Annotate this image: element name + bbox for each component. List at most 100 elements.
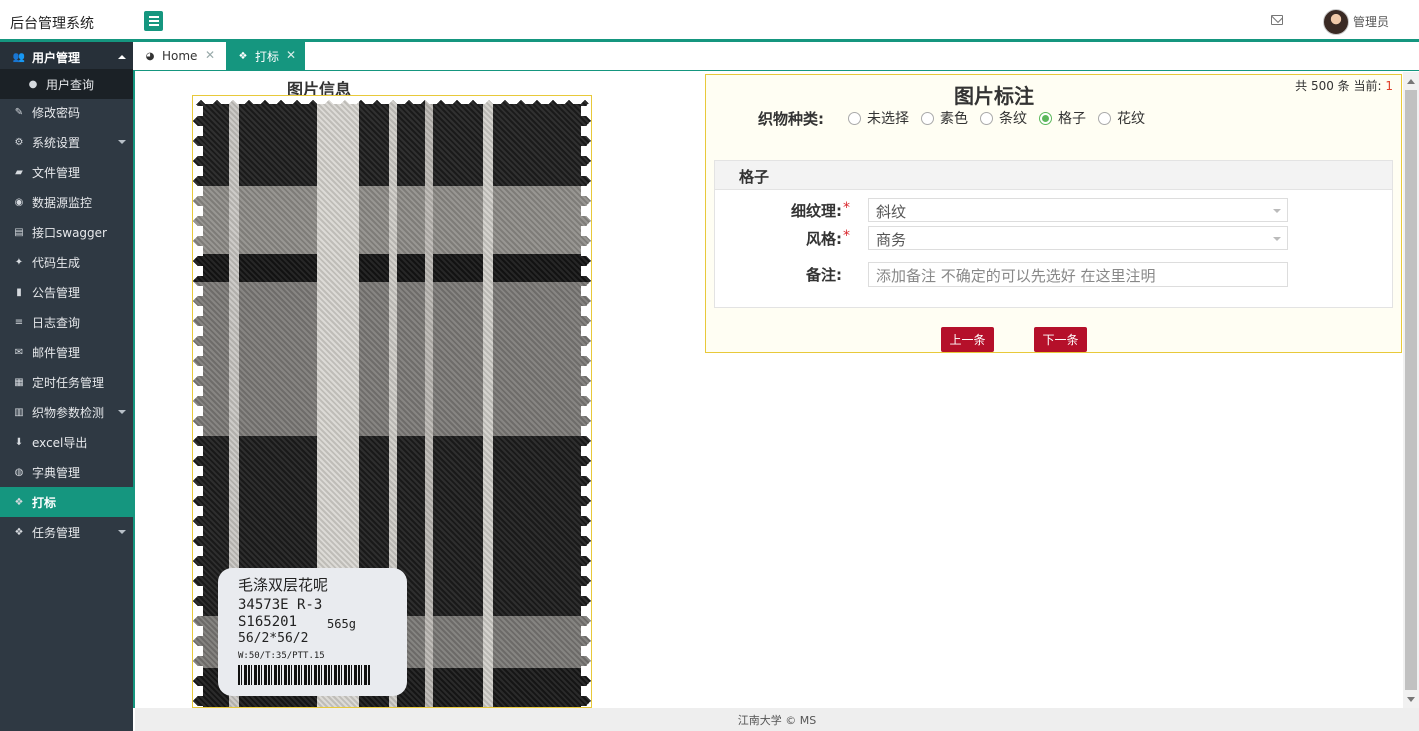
scroll-thumb[interactable] bbox=[1405, 90, 1417, 690]
radio-label: 素色 bbox=[940, 111, 968, 127]
sidebar-item-change-password[interactable]: ✎ 修改密码 bbox=[0, 97, 133, 127]
page-scrollbar[interactable] bbox=[1403, 72, 1419, 708]
sidebar-item-label: 邮件管理 bbox=[32, 345, 81, 360]
sidebar-item-file-management[interactable]: ▰ 文件管理 bbox=[0, 157, 133, 187]
radio-label: 格子 bbox=[1058, 111, 1086, 127]
sidebar-item-label: 用户查询 bbox=[46, 77, 95, 92]
fabric-sku: S165201 bbox=[238, 614, 298, 630]
radio-unselected[interactable]: 未选择 bbox=[848, 108, 909, 128]
select-value: 商务 bbox=[876, 231, 907, 249]
cubes-icon: ❖ bbox=[14, 526, 24, 538]
users-icon: 👥 bbox=[12, 51, 26, 63]
folder-icon: ▰ bbox=[15, 166, 23, 178]
fabric-weight: 565g bbox=[327, 617, 356, 631]
book-icon: ▮ bbox=[16, 286, 22, 298]
user-icon: ● bbox=[28, 78, 38, 90]
fabric-code: 34573E R-3 bbox=[238, 597, 323, 613]
radio-checked-icon bbox=[1039, 111, 1052, 125]
style-label: 风格: bbox=[806, 230, 842, 248]
sidebar-item-label: 日志查询 bbox=[32, 315, 81, 330]
close-icon[interactable]: ✕ bbox=[286, 48, 296, 62]
next-button[interactable]: 下一条 bbox=[1034, 327, 1087, 352]
fabric-image: 毛涤双层花呢 34573E R-3 S165201 565g 56/2*56/2… bbox=[192, 95, 592, 708]
texture-row: 细纹理: * 斜纹 bbox=[715, 198, 1394, 222]
tasks-icon: ▦ bbox=[14, 376, 24, 388]
style-row: 风格: * 商务 bbox=[715, 226, 1394, 250]
cubes-icon: ❖ bbox=[238, 50, 248, 62]
sidebar-item-dictionary[interactable]: ◍ 字典管理 bbox=[0, 457, 133, 487]
mail-icon[interactable] bbox=[1271, 15, 1283, 25]
sidebar-item-code-generation[interactable]: ✦ 代码生成 bbox=[0, 247, 133, 277]
sidebar-item-notice-management[interactable]: ▮ 公告管理 bbox=[0, 277, 133, 307]
dictionary-icon: ◍ bbox=[14, 466, 24, 478]
radio-check[interactable]: 格子 bbox=[1039, 108, 1086, 128]
close-icon[interactable]: ✕ bbox=[205, 48, 215, 62]
radio-plain[interactable]: 素色 bbox=[921, 108, 968, 128]
footer: 江南大学 © MS bbox=[135, 708, 1419, 731]
sidebar-item-user-query[interactable]: ● 用户查询 bbox=[0, 69, 133, 99]
list-icon: ≡ bbox=[14, 316, 24, 328]
radio-circle-icon bbox=[1098, 111, 1111, 125]
sidebar-item-labeling[interactable]: ❖ 打标 bbox=[0, 487, 133, 517]
fabric-spec-row: S165201 565g bbox=[238, 614, 407, 631]
record-counter: 共 500 条 当前: 1 bbox=[1295, 77, 1393, 94]
style-select[interactable]: 商务 bbox=[868, 226, 1288, 250]
sidebar-item-task-management[interactable]: ❖ 任务管理 bbox=[0, 517, 133, 547]
tab-label: Home bbox=[162, 49, 198, 63]
sidebar-item-label: 修改密码 bbox=[32, 105, 81, 120]
fabric-composition: W:50/T:35/PTT.15 bbox=[238, 651, 325, 661]
tab-home[interactable]: ◕ Home ✕ bbox=[133, 42, 225, 70]
annotation-panel: 图片标注 共 500 条 当前: 1 织物种类: 未选择 素色 条纹 格子 花纹… bbox=[705, 74, 1402, 353]
sidebar-item-log-query[interactable]: ≡ 日志查询 bbox=[0, 307, 133, 337]
tab-labeling[interactable]: ❖ 打标 ✕ bbox=[226, 42, 305, 70]
sidebar-item-label: 用户管理 bbox=[32, 50, 81, 65]
chevron-down-icon bbox=[1273, 209, 1281, 213]
check-detail-panel: 格子 细纹理: * 斜纹 风格: * 商务 备注: 添加备注 不确定的可以先选好… bbox=[714, 160, 1393, 308]
file-icon: ▤ bbox=[14, 226, 24, 238]
sidebar-item-user-management[interactable]: 👥 用户管理 bbox=[0, 42, 133, 72]
required-mark: * bbox=[843, 200, 850, 216]
counter-current: 1 bbox=[1385, 79, 1393, 93]
edit-icon: ✎ bbox=[14, 106, 24, 118]
sidebar-item-swagger[interactable]: ▤ 接口swagger bbox=[0, 217, 133, 247]
texture-select[interactable]: 斜纹 bbox=[868, 198, 1288, 222]
menu-toggle-button[interactable] bbox=[144, 11, 163, 31]
scroll-down-icon[interactable] bbox=[1407, 697, 1415, 702]
sidebar-item-label: excel导出 bbox=[32, 435, 88, 450]
sidebar-item-label: 代码生成 bbox=[32, 255, 81, 270]
pinked-edge-top bbox=[193, 96, 591, 104]
pinked-edge-right bbox=[581, 96, 591, 707]
sidebar-item-mail-management[interactable]: ✉ 邮件管理 bbox=[0, 337, 133, 367]
note-row: 备注: 添加备注 不确定的可以先选好 在这里注明 bbox=[715, 262, 1394, 287]
radio-stripe[interactable]: 条纹 bbox=[980, 108, 1027, 128]
counter-prefix: 共 500 条 当前: bbox=[1295, 79, 1382, 93]
envelope-icon: ✉ bbox=[14, 346, 24, 358]
radio-circle-icon bbox=[848, 111, 861, 125]
radio-label: 花纹 bbox=[1117, 111, 1145, 127]
sidebar-item-label: 织物参数检测 bbox=[32, 405, 105, 420]
avatar[interactable] bbox=[1323, 9, 1349, 35]
sidebar-item-excel-export[interactable]: ⬇ excel导出 bbox=[0, 427, 133, 457]
radio-pattern[interactable]: 花纹 bbox=[1098, 108, 1145, 128]
prev-button[interactable]: 上一条 bbox=[941, 327, 994, 352]
radio-circle-icon bbox=[980, 111, 993, 125]
annotation-title: 图片标注 bbox=[954, 84, 1034, 108]
sidebar-item-fabric-detection[interactable]: ▥ 织物参数检测 bbox=[0, 397, 133, 427]
sidebar-item-label: 接口swagger bbox=[32, 225, 107, 240]
scroll-up-icon[interactable] bbox=[1407, 79, 1415, 84]
sidebar-item-label: 定时任务管理 bbox=[32, 375, 105, 390]
sidebar-item-datasource-monitor[interactable]: ◉ 数据源监控 bbox=[0, 187, 133, 217]
select-value: 斜纹 bbox=[876, 203, 907, 221]
sidebar-item-scheduled-tasks[interactable]: ▦ 定时任务管理 bbox=[0, 367, 133, 397]
fabric-yarn: 56/2*56/2 bbox=[238, 631, 309, 646]
note-label: 备注: bbox=[806, 266, 842, 284]
sidebar-item-system-settings[interactable]: ⚙ 系统设置 bbox=[0, 127, 133, 157]
radio-circle-icon bbox=[921, 111, 934, 125]
note-input[interactable]: 添加备注 不确定的可以先选好 在这里注明 bbox=[868, 262, 1288, 287]
chevron-down-icon bbox=[118, 140, 126, 144]
user-name[interactable]: 管理员 bbox=[1353, 13, 1389, 30]
texture-label: 细纹理: bbox=[791, 202, 842, 220]
dashboard-icon: ◕ bbox=[145, 50, 155, 62]
gears-icon: ⚙ bbox=[14, 136, 24, 148]
fabric-type-radio-group: 未选择 素色 条纹 格子 花纹 bbox=[848, 108, 1157, 128]
